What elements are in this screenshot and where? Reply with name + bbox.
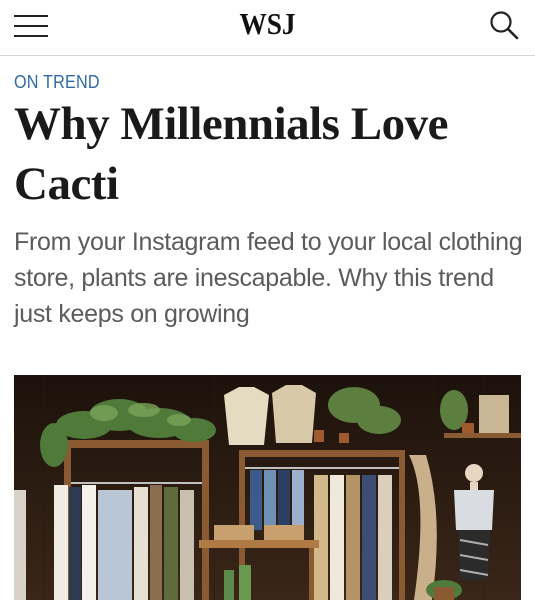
search-icon[interactable] xyxy=(487,8,521,42)
hero-image xyxy=(14,375,521,600)
top-navigation-bar: WSJ xyxy=(0,0,535,56)
section-kicker[interactable]: ON TREND xyxy=(14,72,100,93)
clothing-store-plants-illustration xyxy=(14,375,521,600)
article-headline: Why Millennials Love Cacti xyxy=(14,98,448,210)
article-subheadline: From your Instagram feed to your local c… xyxy=(14,228,523,328)
wsj-logo[interactable]: WSJ xyxy=(32,6,503,42)
article-page: WSJ ON TREND Why Millennials Love Cacti … xyxy=(0,0,535,600)
